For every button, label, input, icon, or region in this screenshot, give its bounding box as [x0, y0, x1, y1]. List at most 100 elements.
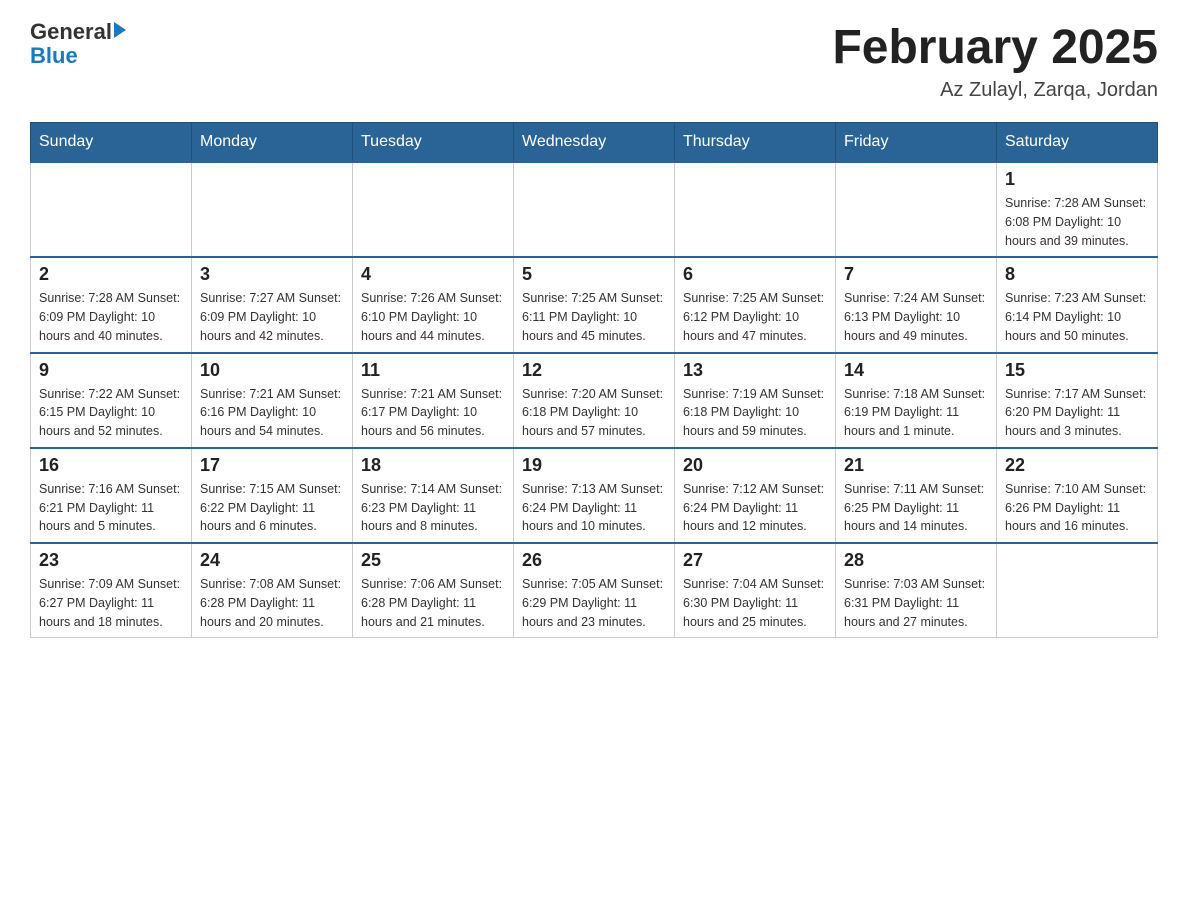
calendar-cell: 6 Sunrise: 7:25 AM Sunset: 6:12 PM Daylig…: [675, 257, 836, 352]
calendar-cell: 11 Sunrise: 7:21 AM Sunset: 6:17 PM Dayli…: [353, 353, 514, 448]
day-info: Sunrise: 7:15 AM Sunset: 6:22 PM Dayligh…: [200, 480, 344, 536]
day-number: 8: [1005, 264, 1149, 285]
calendar-cell: 18 Sunrise: 7:14 AM Sunset: 6:23 PM Dayli…: [353, 448, 514, 543]
day-info: Sunrise: 7:28 AM Sunset: 6:09 PM Dayligh…: [39, 289, 183, 345]
day-info: Sunrise: 7:05 AM Sunset: 6:29 PM Dayligh…: [522, 575, 666, 631]
day-info: Sunrise: 7:26 AM Sunset: 6:10 PM Dayligh…: [361, 289, 505, 345]
day-number: 19: [522, 455, 666, 476]
calendar-cell: 1 Sunrise: 7:28 AM Sunset: 6:08 PM Daylig…: [997, 162, 1158, 257]
day-header-friday: Friday: [836, 123, 997, 163]
calendar-cell: [836, 162, 997, 257]
day-number: 7: [844, 264, 988, 285]
day-number: 13: [683, 360, 827, 381]
day-info: Sunrise: 7:06 AM Sunset: 6:28 PM Dayligh…: [361, 575, 505, 631]
day-number: 12: [522, 360, 666, 381]
calendar-week-row: 9 Sunrise: 7:22 AM Sunset: 6:15 PM Daylig…: [31, 353, 1158, 448]
calendar-cell: 22 Sunrise: 7:10 AM Sunset: 6:26 PM Dayli…: [997, 448, 1158, 543]
calendar-cell: [353, 162, 514, 257]
day-number: 11: [361, 360, 505, 381]
day-number: 21: [844, 455, 988, 476]
title-block: February 2025 Az Zulayl, Zarqa, Jordan: [832, 20, 1158, 102]
day-number: 26: [522, 550, 666, 571]
calendar-cell: 12 Sunrise: 7:20 AM Sunset: 6:18 PM Dayli…: [514, 353, 675, 448]
day-info: Sunrise: 7:13 AM Sunset: 6:24 PM Dayligh…: [522, 480, 666, 536]
calendar-cell: 28 Sunrise: 7:03 AM Sunset: 6:31 PM Dayli…: [836, 543, 997, 638]
day-info: Sunrise: 7:09 AM Sunset: 6:27 PM Dayligh…: [39, 575, 183, 631]
day-number: 20: [683, 455, 827, 476]
calendar-cell: [514, 162, 675, 257]
day-info: Sunrise: 7:20 AM Sunset: 6:18 PM Dayligh…: [522, 385, 666, 441]
day-header-monday: Monday: [192, 123, 353, 163]
calendar-cell: 3Sunrise: 7:27 AM Sunset: 6:09 PM Daylig…: [192, 257, 353, 352]
day-number: 6: [683, 264, 827, 285]
calendar-week-row: 23Sunrise: 7:09 AM Sunset: 6:27 PM Dayli…: [31, 543, 1158, 638]
day-info: Sunrise: 7:28 AM Sunset: 6:08 PM Dayligh…: [1005, 194, 1149, 250]
day-number: 25: [361, 550, 505, 571]
day-number: 1: [1005, 169, 1149, 190]
calendar-cell: [31, 162, 192, 257]
calendar-cell: 7 Sunrise: 7:24 AM Sunset: 6:13 PM Daylig…: [836, 257, 997, 352]
calendar-cell: 4 Sunrise: 7:26 AM Sunset: 6:10 PM Daylig…: [353, 257, 514, 352]
calendar-cell: 24 Sunrise: 7:08 AM Sunset: 6:28 PM Dayli…: [192, 543, 353, 638]
calendar-cell: 15 Sunrise: 7:17 AM Sunset: 6:20 PM Dayli…: [997, 353, 1158, 448]
calendar-week-row: 2 Sunrise: 7:28 AM Sunset: 6:09 PM Daylig…: [31, 257, 1158, 352]
day-info: Sunrise: 7:08 AM Sunset: 6:28 PM Dayligh…: [200, 575, 344, 631]
calendar-cell: 21 Sunrise: 7:11 AM Sunset: 6:25 PM Dayli…: [836, 448, 997, 543]
day-info: Sunrise: 7:27 AM Sunset: 6:09 PM Dayligh…: [200, 289, 344, 345]
calendar-cell: 14Sunrise: 7:18 AM Sunset: 6:19 PM Dayli…: [836, 353, 997, 448]
day-info: Sunrise: 7:16 AM Sunset: 6:21 PM Dayligh…: [39, 480, 183, 536]
calendar-cell: 19 Sunrise: 7:13 AM Sunset: 6:24 PM Dayli…: [514, 448, 675, 543]
calendar-cell: 9 Sunrise: 7:22 AM Sunset: 6:15 PM Daylig…: [31, 353, 192, 448]
day-number: 14: [844, 360, 988, 381]
calendar-table: SundayMondayTuesdayWednesdayThursdayFrid…: [30, 122, 1158, 638]
calendar-cell: 2 Sunrise: 7:28 AM Sunset: 6:09 PM Daylig…: [31, 257, 192, 352]
day-number: 18: [361, 455, 505, 476]
day-number: 16: [39, 455, 183, 476]
calendar-week-row: 1 Sunrise: 7:28 AM Sunset: 6:08 PM Daylig…: [31, 162, 1158, 257]
day-number: 10: [200, 360, 344, 381]
page-header: General Blue February 2025 Az Zulayl, Za…: [30, 20, 1158, 102]
day-info: Sunrise: 7:17 AM Sunset: 6:20 PM Dayligh…: [1005, 385, 1149, 441]
day-info: Sunrise: 7:25 AM Sunset: 6:12 PM Dayligh…: [683, 289, 827, 345]
day-number: 15: [1005, 360, 1149, 381]
day-number: 24: [200, 550, 344, 571]
logo-general-text: General: [30, 20, 112, 44]
calendar-cell: 13Sunrise: 7:19 AM Sunset: 6:18 PM Dayli…: [675, 353, 836, 448]
day-number: 4: [361, 264, 505, 285]
calendar-week-row: 16 Sunrise: 7:16 AM Sunset: 6:21 PM Dayli…: [31, 448, 1158, 543]
day-info: Sunrise: 7:22 AM Sunset: 6:15 PM Dayligh…: [39, 385, 183, 441]
day-header-wednesday: Wednesday: [514, 123, 675, 163]
calendar-cell: [192, 162, 353, 257]
day-info: Sunrise: 7:21 AM Sunset: 6:17 PM Dayligh…: [361, 385, 505, 441]
day-number: 5: [522, 264, 666, 285]
day-number: 17: [200, 455, 344, 476]
day-info: Sunrise: 7:03 AM Sunset: 6:31 PM Dayligh…: [844, 575, 988, 631]
calendar-cell: 25 Sunrise: 7:06 AM Sunset: 6:28 PM Dayli…: [353, 543, 514, 638]
day-info: Sunrise: 7:25 AM Sunset: 6:11 PM Dayligh…: [522, 289, 666, 345]
day-info: Sunrise: 7:14 AM Sunset: 6:23 PM Dayligh…: [361, 480, 505, 536]
day-number: 9: [39, 360, 183, 381]
calendar-title: February 2025: [832, 20, 1158, 75]
day-info: Sunrise: 7:10 AM Sunset: 6:26 PM Dayligh…: [1005, 480, 1149, 536]
calendar-cell: 10 Sunrise: 7:21 AM Sunset: 6:16 PM Dayli…: [192, 353, 353, 448]
day-number: 22: [1005, 455, 1149, 476]
calendar-cell: 5 Sunrise: 7:25 AM Sunset: 6:11 PM Daylig…: [514, 257, 675, 352]
calendar-subtitle: Az Zulayl, Zarqa, Jordan: [832, 79, 1158, 102]
calendar-cell: 16 Sunrise: 7:16 AM Sunset: 6:21 PM Dayli…: [31, 448, 192, 543]
calendar-cell: 20 Sunrise: 7:12 AM Sunset: 6:24 PM Dayli…: [675, 448, 836, 543]
day-info: Sunrise: 7:21 AM Sunset: 6:16 PM Dayligh…: [200, 385, 344, 441]
day-info: Sunrise: 7:23 AM Sunset: 6:14 PM Dayligh…: [1005, 289, 1149, 345]
calendar-header-row: SundayMondayTuesdayWednesdayThursdayFrid…: [31, 123, 1158, 163]
day-number: 28: [844, 550, 988, 571]
logo-blue-text: Blue: [30, 44, 126, 68]
calendar-cell: [675, 162, 836, 257]
day-header-thursday: Thursday: [675, 123, 836, 163]
day-header-sunday: Sunday: [31, 123, 192, 163]
day-info: Sunrise: 7:04 AM Sunset: 6:30 PM Dayligh…: [683, 575, 827, 631]
day-info: Sunrise: 7:11 AM Sunset: 6:25 PM Dayligh…: [844, 480, 988, 536]
calendar-cell: [997, 543, 1158, 638]
day-info: Sunrise: 7:24 AM Sunset: 6:13 PM Dayligh…: [844, 289, 988, 345]
day-number: 2: [39, 264, 183, 285]
logo-arrow-icon: [114, 22, 126, 38]
day-info: Sunrise: 7:12 AM Sunset: 6:24 PM Dayligh…: [683, 480, 827, 536]
